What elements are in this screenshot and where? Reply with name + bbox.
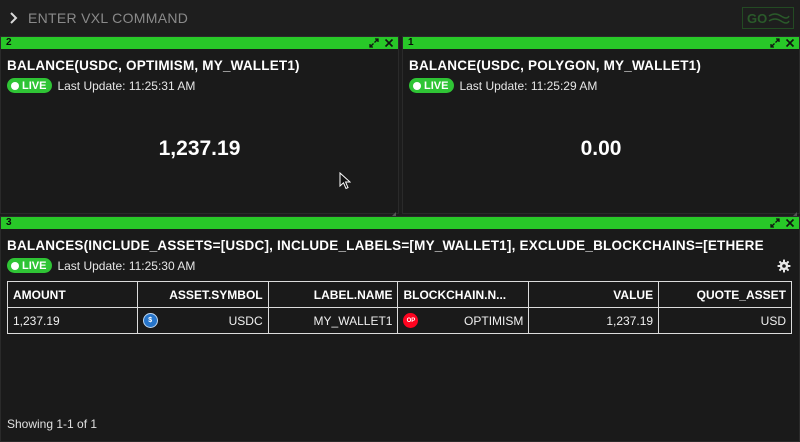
close-icon[interactable] bbox=[785, 218, 795, 228]
live-label: LIVE bbox=[424, 79, 449, 92]
last-update: Last Update: 11:25:31 AM bbox=[57, 78, 196, 93]
cell-asset-symbol: $ USDC bbox=[136, 307, 269, 334]
panel-number: 2 bbox=[6, 37, 12, 48]
command-bar: GO bbox=[0, 0, 800, 36]
cell-blockchain: OP OPTIMISM bbox=[397, 307, 530, 334]
chevron-right-icon bbox=[0, 12, 28, 24]
panel-number: 1 bbox=[408, 37, 414, 48]
live-badge: LIVE bbox=[7, 258, 53, 273]
resize-handle-icon[interactable] bbox=[791, 205, 797, 218]
column-header-blockchain[interactable]: BLOCKCHAIN.N... bbox=[397, 281, 530, 308]
cell-amount: 1,237.19 bbox=[7, 307, 138, 334]
expand-icon[interactable] bbox=[770, 218, 780, 228]
panel-title: BALANCE(USDC, POLYGON, MY_WALLET1) bbox=[409, 58, 702, 73]
panel-balances-table: 3 BALANCES(INCLUDE_ASSETS=[USDC], INCLUD… bbox=[0, 216, 800, 442]
table-header-row: AMOUNT ASSET.SYMBOL LABEL.NAME BLOCKCHAI… bbox=[7, 281, 792, 308]
gear-icon[interactable] bbox=[777, 259, 791, 273]
usdc-coin-icon: $ bbox=[142, 313, 158, 328]
panel-header[interactable]: 1 bbox=[403, 37, 799, 49]
expand-icon[interactable] bbox=[770, 38, 780, 48]
panel-title: BALANCES(INCLUDE_ASSETS=[USDC], INCLUDE_… bbox=[7, 238, 764, 253]
app-logo: GO bbox=[742, 7, 794, 29]
live-label: LIVE bbox=[22, 79, 47, 92]
close-icon[interactable] bbox=[785, 38, 795, 48]
close-icon[interactable] bbox=[384, 38, 394, 48]
pagination-status: Showing 1-1 of 1 bbox=[7, 417, 98, 431]
resize-handle-icon[interactable] bbox=[390, 205, 396, 218]
live-badge: LIVE bbox=[7, 78, 53, 93]
cell-quote-asset: USD bbox=[658, 307, 792, 334]
cell-label-name: MY_WALLET1 bbox=[267, 307, 399, 334]
panel-number: 3 bbox=[6, 217, 12, 228]
asset-symbol-text: USDC bbox=[228, 313, 263, 328]
last-update: Last Update: 11:25:30 AM bbox=[57, 258, 196, 273]
balance-value: 0.00 bbox=[580, 137, 622, 160]
panel-header[interactable]: 3 bbox=[1, 217, 799, 229]
panel-header[interactable]: 2 bbox=[1, 37, 398, 49]
last-update: Last Update: 11:25:29 AM bbox=[459, 78, 598, 93]
expand-icon[interactable] bbox=[369, 38, 379, 48]
balance-value: 1,237.19 bbox=[158, 137, 241, 160]
live-dot-icon bbox=[11, 261, 19, 270]
live-dot-icon bbox=[413, 81, 421, 90]
cell-value: 1,237.19 bbox=[528, 307, 660, 334]
column-header-value[interactable]: VALUE bbox=[528, 281, 660, 308]
live-badge: LIVE bbox=[409, 78, 455, 93]
balances-table: AMOUNT ASSET.SYMBOL LABEL.NAME BLOCKCHAI… bbox=[7, 281, 792, 334]
logo-text: GO bbox=[747, 11, 767, 26]
column-header-label-name[interactable]: LABEL.NAME bbox=[267, 281, 399, 308]
panel-title: BALANCE(USDC, OPTIMISM, MY_WALLET1) bbox=[7, 58, 300, 73]
table-row[interactable]: 1,237.19 $ USDC MY_WALLET1 OP OPTIMISM 1… bbox=[7, 307, 792, 334]
live-label: LIVE bbox=[22, 259, 47, 272]
blockchain-text: OPTIMISM bbox=[464, 313, 524, 328]
optimism-chain-icon: OP bbox=[403, 313, 419, 328]
panel-balance-polygon: 1 BALANCE(USDC, POLYGON, MY_WALLET1) LIV… bbox=[402, 36, 800, 218]
mouse-pointer-icon bbox=[339, 171, 352, 195]
column-header-amount[interactable]: AMOUNT bbox=[7, 281, 138, 308]
command-input[interactable] bbox=[28, 3, 668, 33]
column-header-quote-asset[interactable]: QUOTE_ASSET bbox=[658, 281, 792, 308]
live-dot-icon bbox=[11, 81, 19, 90]
column-header-asset-symbol[interactable]: ASSET.SYMBOL bbox=[136, 281, 269, 308]
